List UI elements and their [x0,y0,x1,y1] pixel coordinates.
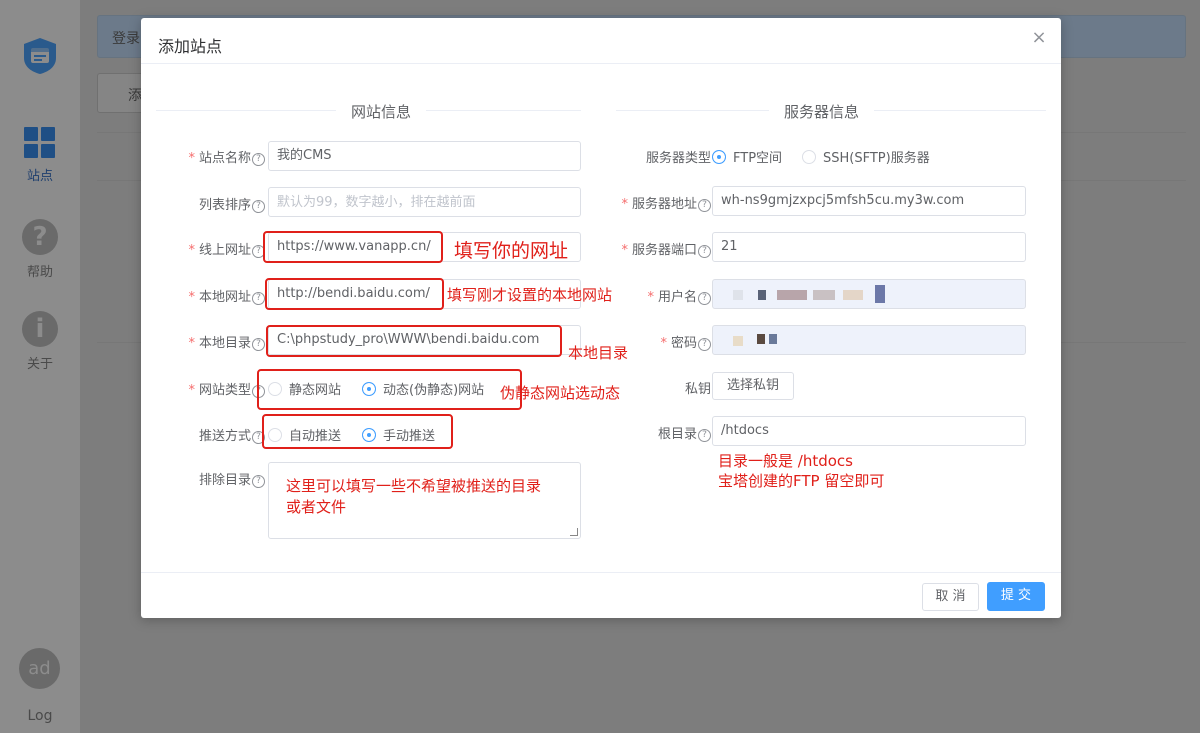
info-icon: i [22,311,58,347]
list-order-input[interactable] [268,187,581,217]
sidebar-item-sites[interactable]: 站点 [0,127,80,184]
server-port-input[interactable]: 21 [712,232,1026,262]
username-label: * 用户名? [647,286,711,305]
help-icon: ? [252,475,265,488]
help-icon: ? [698,429,711,442]
password-label: * 密码? [660,332,711,351]
help-icon: ? [698,199,711,212]
annotation-note-root-2: 宝塔创建的FTP 留空即可 [718,472,885,490]
help-icon: ? [252,153,265,166]
dialog-footer-divider [141,572,1061,573]
annotation-box-push-mode [262,414,453,449]
radio-circle-selected [712,150,726,164]
app-logo-icon [24,38,56,74]
help-icon: ? [252,338,265,351]
radio-circle [802,150,816,164]
site-name-label: * 站点名称? [188,147,265,166]
annotation-note-exclude-1: 这里可以填写一些不希望被推送的目录 [286,477,542,495]
site-type-label: * 网站类型? [188,379,265,398]
logout-link[interactable]: Log [0,708,80,724]
dialog-header-divider [141,63,1061,64]
local-url-label: * 本地网址? [188,286,265,305]
blurred-value [813,290,835,300]
sidebar-item-label: 关于 [26,357,53,372]
resize-handle-icon[interactable] [570,528,578,536]
cancel-button[interactable]: 取 消 [922,583,979,611]
push-mode-label: 推送方式? [199,425,265,444]
help-icon: ? [698,292,711,305]
private-key-label: 私钥 [684,382,711,397]
annotation-note-exclude-2: 或者文件 [286,498,347,516]
list-order-label: 列表排序? [199,194,265,213]
section-title-server-info: 服务器信息 [769,101,874,122]
help-icon: ? [698,245,711,258]
server-type-ssh-radio[interactable]: SSH(SFTP)服务器 [802,147,930,166]
password-input[interactable] [712,325,1026,355]
server-type-ftp-radio[interactable]: FTP空间 [712,147,782,166]
sidebar-item-label: 站点 [26,169,53,184]
annotation-box-online-url [263,231,443,263]
add-site-dialog: 添加站点 × 网站信息 服务器信息 *站点名称? 我的CMS 列表排序? *线上… [141,18,1061,618]
annotation-note-root-1: 目录一般是 /htdocs [718,452,853,470]
help-icon: ? [252,292,265,305]
exclude-dir-label: 排除目录? [199,469,265,488]
local-dir-label: * 本地目录? [188,332,265,351]
background-bar-text: 登录 [112,31,140,47]
annotation-box-local-dir [266,325,562,357]
dialog-title: 添加站点 [158,37,223,56]
root-dir-input[interactable]: /htdocs [712,416,1026,446]
submit-button[interactable]: 提 交 [987,582,1045,611]
sidebar-item-help[interactable]: ? 帮助 [0,219,80,280]
server-port-label: * 服务器端口? [621,239,711,258]
section-title-site-info: 网站信息 [336,101,426,122]
username-input[interactable] [712,279,1026,309]
blurred-value [777,290,807,300]
annotation-note-site-type: 伪静态网站选动态 [500,384,621,402]
help-icon: ? [22,219,58,255]
help-icon: ? [252,200,265,213]
sidebar: 站点 ? 帮助 i 关于 ad Log [0,0,80,733]
server-address-input[interactable]: wh-ns9gmjzxpcj5mfsh5cu.my3w.com [712,186,1026,216]
annotation-note-local-dir: 本地目录 [568,344,629,362]
annotation-box-site-type [257,369,522,410]
blurred-value [758,290,766,300]
blurred-value [769,334,777,344]
avatar[interactable]: ad [19,648,60,689]
blurred-value [733,290,743,300]
close-icon[interactable]: × [1031,29,1047,47]
blurred-value [875,285,885,303]
server-type-label: 服务器类型 [645,151,711,166]
blurred-value [733,336,743,346]
help-icon: ? [698,338,711,351]
blurred-value [757,334,765,344]
sidebar-item-about[interactable]: i 关于 [0,311,80,372]
background-button-text: 添 [128,88,142,104]
annotation-box-local-url [265,278,444,310]
root-dir-label: 根目录? [658,423,711,442]
site-name-input[interactable]: 我的CMS [268,141,581,171]
annotation-note-local-url: 填写刚才设置的本地网站 [447,286,613,304]
grid-icon [24,127,55,158]
choose-private-key-button[interactable]: 选择私钥 [712,372,794,400]
online-url-label: * 线上网址? [188,239,265,258]
sidebar-item-label: 帮助 [26,265,53,280]
server-address-label: * 服务器地址? [621,193,711,212]
annotation-note-online-url: 填写你的网址 [454,240,569,262]
blurred-value [843,290,863,300]
